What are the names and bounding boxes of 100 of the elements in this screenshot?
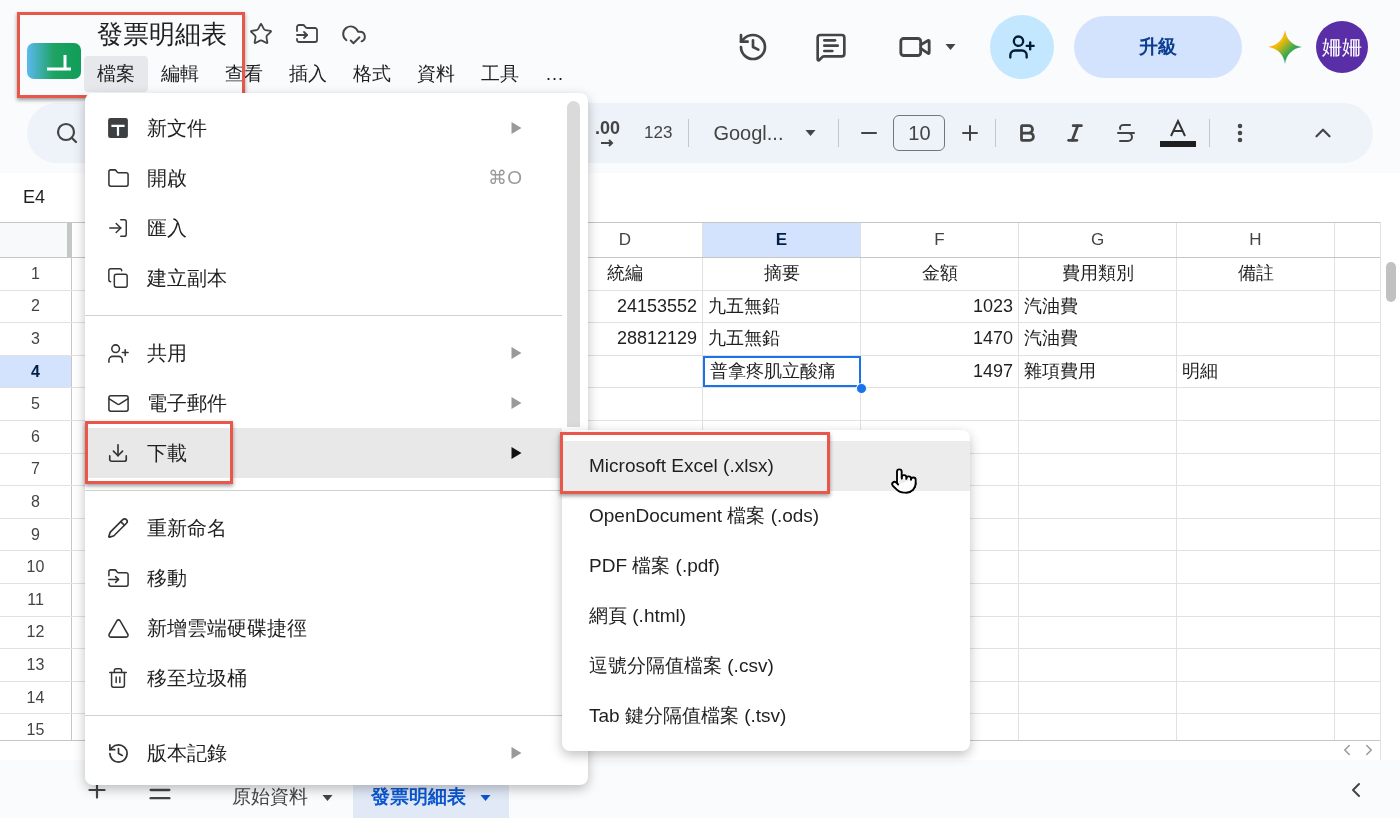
table-cell[interactable]: 摘要 — [703, 258, 861, 290]
table-cell[interactable]: 汽油費 — [1019, 290, 1177, 323]
person-add-icon — [1008, 33, 1036, 61]
menu-item[interactable]: 電子郵件 — [85, 378, 562, 428]
font-size-field[interactable]: 10 — [893, 115, 946, 151]
table-cell[interactable]: 明細 — [1177, 355, 1335, 388]
column-header[interactable]: F — [861, 223, 1019, 257]
import-icon — [107, 217, 129, 239]
row-header[interactable]: 2 — [0, 290, 72, 323]
trash-icon — [107, 667, 129, 689]
column-header[interactable]: G — [1019, 223, 1177, 257]
table-cell[interactable]: 九五無鉛 — [703, 290, 861, 323]
menu-item[interactable]: 插入 — [276, 56, 340, 92]
star-icon[interactable] — [249, 22, 273, 46]
text-color-icon[interactable] — [1160, 118, 1197, 148]
menu-item[interactable]: 重新命名 — [85, 503, 562, 553]
caret-icon — [480, 794, 491, 801]
menu-item[interactable]: Microsoft Excel (.xlsx) — [562, 441, 970, 491]
row-header[interactable]: 6 — [0, 420, 72, 453]
menu-label: 新增雲端硬碟捷徑 — [147, 616, 307, 641]
menu-item[interactable]: … — [532, 56, 577, 92]
table-cell[interactable]: 費用類別 — [1019, 258, 1177, 290]
copy-icon — [107, 267, 129, 289]
table-cell[interactable]: 雜項費用 — [1019, 355, 1177, 388]
avatar[interactable]: 姍姍 — [1316, 21, 1368, 73]
sheets-logo[interactable] — [27, 43, 81, 79]
menu-item[interactable]: 新增雲端硬碟捷徑 — [85, 603, 562, 653]
column-header[interactable]: H — [1177, 223, 1335, 257]
menu-label: 重新命名 — [147, 516, 227, 541]
menu-label: 開啟 — [147, 166, 187, 191]
table-cell[interactable]: 1023 — [861, 290, 1019, 323]
table-cell[interactable]: 金額 — [861, 258, 1019, 290]
row-header[interactable]: 4 — [0, 355, 72, 388]
row-header[interactable]: 15 — [0, 714, 72, 740]
menu-item[interactable]: 檔案 — [84, 56, 148, 92]
caret-icon — [322, 794, 333, 801]
menu-item[interactable]: 逗號分隔值檔案 (.csv) — [562, 641, 970, 691]
menu-item[interactable]: 資料 — [404, 56, 468, 92]
row-header[interactable]: 11 — [0, 583, 72, 616]
table-cell[interactable]: 1497 — [861, 355, 1019, 388]
menu-item[interactable]: 網頁 (.html) — [562, 591, 970, 641]
submenu-arrow-icon — [511, 122, 522, 134]
column-header[interactable]: E — [703, 223, 861, 257]
menu-item[interactable]: 移至垃圾桶 — [85, 653, 562, 703]
menu-item[interactable]: Tab 鍵分隔值檔案 (.tsv) — [562, 691, 970, 741]
table-cell[interactable]: 1470 — [861, 323, 1019, 355]
menu-label: 匯入 — [147, 216, 187, 241]
table-cell[interactable]: 汽油費 — [1019, 323, 1177, 355]
menu-item[interactable]: OpenDocument 檔案 (.ods) — [562, 491, 970, 541]
row-header[interactable]: 12 — [0, 616, 72, 649]
menu-item[interactable]: 查看 — [212, 56, 276, 92]
menu-label: 下載 — [147, 441, 187, 466]
upgrade-button[interactable]: 升級 — [1074, 16, 1242, 78]
submenu-arrow-icon — [511, 397, 522, 409]
folder-move-icon[interactable] — [295, 22, 319, 46]
menu-label: 共用 — [147, 341, 187, 366]
row-header[interactable]: 8 — [0, 486, 72, 518]
menu-item[interactable]: 移動 — [85, 553, 562, 603]
increase-decimal-button[interactable]: .00 — [595, 119, 621, 147]
menu-item[interactable]: 開啟 ⌘O — [85, 153, 562, 203]
menu-item[interactable]: PDF 檔案 (.pdf) — [562, 541, 970, 591]
menu-item[interactable]: 編輯 — [148, 56, 212, 92]
share-icon — [107, 341, 130, 365]
folder-icon — [107, 166, 130, 190]
table-cell[interactable]: 普拿疼肌立酸痛 — [703, 355, 861, 388]
row-header[interactable]: 9 — [0, 518, 72, 551]
menu-label: 版本記錄 — [147, 741, 227, 766]
arrow-icon — [600, 139, 615, 147]
menu-scrollbar[interactable] — [567, 101, 580, 427]
row-header[interactable]: 14 — [0, 681, 72, 714]
menu-item[interactable]: 格式 — [340, 56, 404, 92]
row-header[interactable]: 7 — [0, 453, 72, 486]
menu-label: 移動 — [147, 566, 187, 591]
comment-icon[interactable] — [815, 31, 847, 63]
shortcut-label: ⌘O — [488, 165, 522, 190]
submenu-arrow-icon — [511, 747, 522, 759]
table-cell[interactable]: 九五無鉛 — [703, 323, 861, 355]
document-title[interactable]: 發票明細表 — [97, 21, 227, 47]
row-header[interactable]: 5 — [0, 388, 72, 420]
scrollbar-thumb[interactable] — [1385, 262, 1396, 302]
sparkle-icon[interactable] — [1268, 30, 1302, 64]
font-dropdown[interactable]: Googl... — [713, 118, 817, 148]
name-box[interactable]: E4 — [23, 184, 46, 211]
history-icon[interactable] — [737, 31, 769, 63]
search-icon[interactable] — [55, 121, 79, 145]
hand-cursor-icon — [890, 466, 918, 496]
download-icon — [107, 442, 129, 464]
menu-label: 電子郵件 — [147, 391, 227, 416]
fill-handle[interactable] — [856, 383, 867, 395]
row-header[interactable]: 10 — [0, 551, 72, 583]
pencil-icon — [107, 517, 129, 539]
table-cell[interactable]: 備註 — [1177, 258, 1335, 290]
row-header[interactable]: 1 — [0, 258, 72, 290]
caret-icon — [945, 44, 956, 50]
row-header[interactable]: 13 — [0, 649, 72, 681]
number-format-button[interactable]: 123 — [644, 120, 673, 146]
row-header[interactable]: 3 — [0, 323, 72, 355]
menu-item[interactable]: 工具 — [468, 56, 532, 92]
folder-move-icon — [107, 566, 130, 590]
menu-item[interactable]: 新文件 — [85, 103, 562, 153]
